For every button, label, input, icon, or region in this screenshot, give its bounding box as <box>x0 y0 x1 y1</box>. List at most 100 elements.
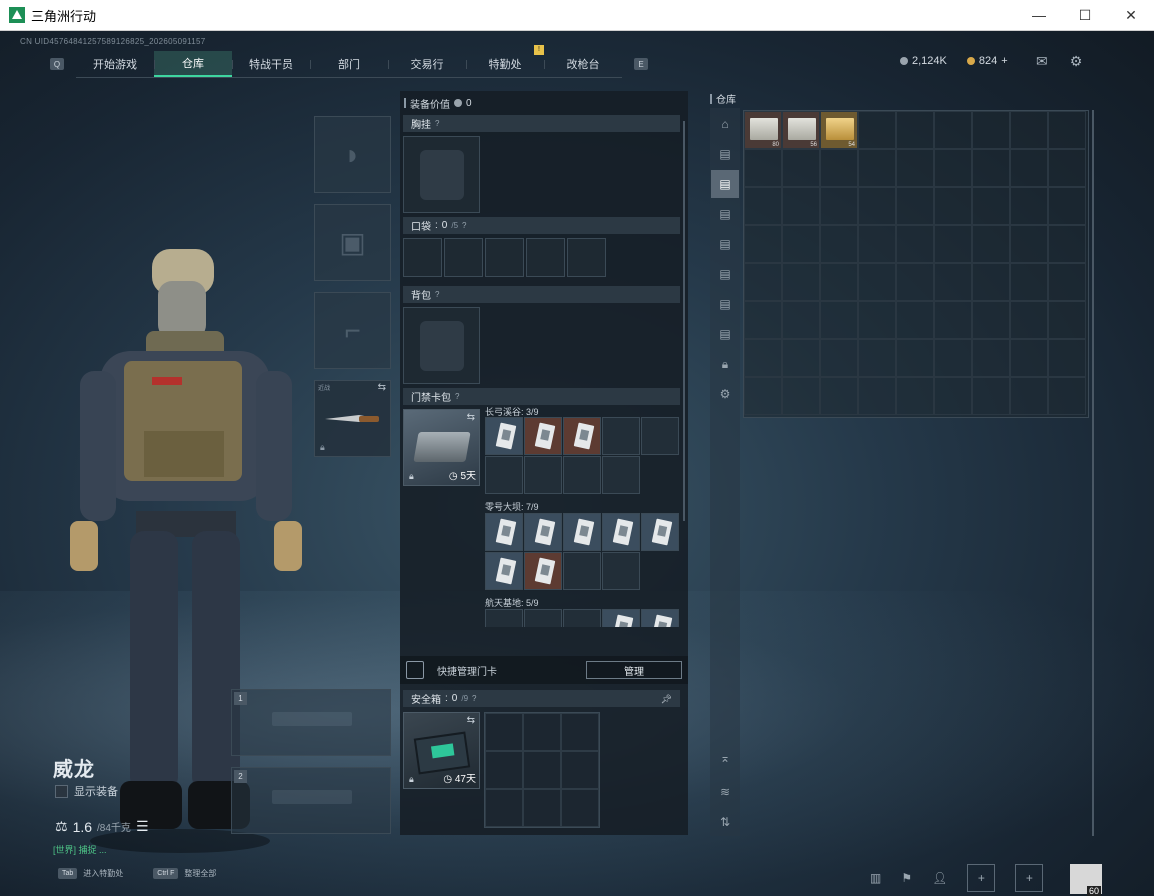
flag-icon[interactable]: ⚑ <box>901 871 912 885</box>
melee-slot[interactable]: 近战 ⇆ 🔒︎ <box>314 380 391 457</box>
secondary-weapon-slot[interactable]: 2 <box>231 767 391 834</box>
storage-slot[interactable] <box>896 187 934 225</box>
help-icon[interactable]: ? <box>455 392 459 401</box>
storage-page-icon[interactable]: ▤ <box>711 260 739 288</box>
close-button[interactable]: ✕ <box>1108 0 1154 31</box>
maximize-button[interactable]: ☐ <box>1062 0 1108 31</box>
keycard-slot[interactable] <box>563 609 601 627</box>
storage-slot[interactable] <box>934 301 972 339</box>
pocket-slot[interactable] <box>526 238 565 277</box>
layers-icon[interactable]: ≋ <box>711 778 739 806</box>
pocket-slot[interactable] <box>485 238 524 277</box>
keycard-slot[interactable] <box>602 417 640 455</box>
storage-slot[interactable] <box>934 339 972 377</box>
settings-gear-icon[interactable]: ⚙ <box>1070 53 1083 70</box>
storage-slot[interactable] <box>1010 149 1048 187</box>
storage-slot[interactable] <box>972 111 1010 149</box>
keycard-slot[interactable] <box>563 552 601 590</box>
add-currency-button[interactable]: + <box>1001 55 1007 67</box>
storage-slot[interactable] <box>820 187 858 225</box>
storage-slot[interactable] <box>934 377 972 415</box>
storage-slot[interactable] <box>782 377 820 415</box>
safe-slot[interactable] <box>523 789 561 827</box>
keycard-item[interactable] <box>485 513 523 551</box>
ammo-box-item[interactable]: 56 <box>782 111 820 149</box>
storage-slot[interactable] <box>1048 377 1086 415</box>
storage-page-icon[interactable]: ▤ <box>711 200 739 228</box>
chest-rig-slot[interactable] <box>403 136 480 213</box>
storage-slot[interactable] <box>858 225 896 263</box>
keycard-slot[interactable] <box>602 552 640 590</box>
stats-icon[interactable]: ▥ <box>870 871 881 885</box>
storage-slot[interactable] <box>782 225 820 263</box>
storage-slot[interactable] <box>744 149 782 187</box>
pocket-slot[interactable] <box>403 238 442 277</box>
storage-slot[interactable] <box>896 377 934 415</box>
storage-slot[interactable] <box>782 301 820 339</box>
ammo-box-item[interactable]: 80 <box>744 111 782 149</box>
storage-slot[interactable] <box>744 377 782 415</box>
storage-slot[interactable] <box>934 225 972 263</box>
storage-slot[interactable] <box>972 263 1010 301</box>
storage-slot[interactable] <box>820 339 858 377</box>
storage-slot[interactable] <box>1010 225 1048 263</box>
keycard-item[interactable] <box>641 513 679 551</box>
storage-slot[interactable] <box>972 225 1010 263</box>
safe-slot[interactable] <box>561 789 599 827</box>
keycase-slot[interactable]: ⇆ 🔒︎ ◷ 5天 <box>403 409 480 486</box>
storage-slot[interactable] <box>782 187 820 225</box>
storage-slot[interactable] <box>1010 339 1048 377</box>
storage-slot[interactable] <box>858 187 896 225</box>
help-icon[interactable]: ? <box>435 290 439 299</box>
keycard-item[interactable] <box>524 552 562 590</box>
keycard-item[interactable] <box>563 417 601 455</box>
keycard-item[interactable] <box>563 513 601 551</box>
keycard-slot[interactable] <box>602 456 640 494</box>
manage-button[interactable]: 管理 <box>586 661 682 679</box>
storage-slot[interactable] <box>896 339 934 377</box>
pocket-slot[interactable] <box>444 238 483 277</box>
keycard-item[interactable] <box>485 552 523 590</box>
safe-slot[interactable] <box>561 751 599 789</box>
storage-page-icon[interactable]: ▤ <box>711 290 739 318</box>
storage-slot[interactable] <box>934 187 972 225</box>
storage-slot[interactable] <box>934 111 972 149</box>
tab-start-game[interactable]: 开始游戏 <box>76 51 154 77</box>
storage-slot[interactable] <box>972 149 1010 187</box>
keycard-slot[interactable] <box>485 456 523 494</box>
storage-slot[interactable] <box>896 225 934 263</box>
safe-slot[interactable] <box>523 751 561 789</box>
storage-slot[interactable] <box>858 377 896 415</box>
avatar[interactable]: 60 <box>1070 864 1102 896</box>
sort-icon[interactable]: ⇅ <box>711 808 739 836</box>
tab-operators[interactable]: 特战干员 <box>232 51 310 77</box>
friends-icon[interactable]: 👤︎ <box>932 871 947 885</box>
swap-icon[interactable]: ⇆ <box>467 715 475 726</box>
swap-icon[interactable]: ⇆ <box>467 412 475 423</box>
storage-page-icon[interactable]: ▤ <box>711 320 739 348</box>
storage-slot[interactable] <box>744 339 782 377</box>
storage-slot[interactable] <box>1010 377 1048 415</box>
safe-slot[interactable] <box>485 751 523 789</box>
tab-gunsmith[interactable]: 改枪台 <box>544 51 622 77</box>
storage-slot[interactable] <box>972 301 1010 339</box>
pin-icon[interactable]: 📌︎ <box>661 694 672 705</box>
storage-slot[interactable] <box>1048 301 1086 339</box>
ammo-box-item[interactable]: 54 <box>820 111 858 149</box>
storage-slot[interactable] <box>858 301 896 339</box>
help-icon[interactable]: ? <box>472 694 476 703</box>
safe-slot[interactable] <box>523 713 561 751</box>
storage-slot[interactable] <box>896 263 934 301</box>
add-teammate-button[interactable]: + <box>1015 864 1044 892</box>
tab-department[interactable]: 部门 <box>310 51 388 77</box>
mail-icon[interactable]: ✉ <box>1036 53 1048 70</box>
storage-page-icon[interactable]: ▤ <box>711 140 739 168</box>
helmet-slot[interactable]: ◗ <box>314 116 391 193</box>
help-icon[interactable]: ? <box>462 221 466 230</box>
lock-icon[interactable]: 🔒︎ <box>711 350 739 378</box>
safe-slot[interactable] <box>485 713 523 751</box>
storage-slot[interactable] <box>1048 339 1086 377</box>
swap-icon[interactable]: ⇆ <box>378 382 386 393</box>
safe-slot[interactable] <box>485 789 523 827</box>
keycard-item[interactable] <box>524 417 562 455</box>
